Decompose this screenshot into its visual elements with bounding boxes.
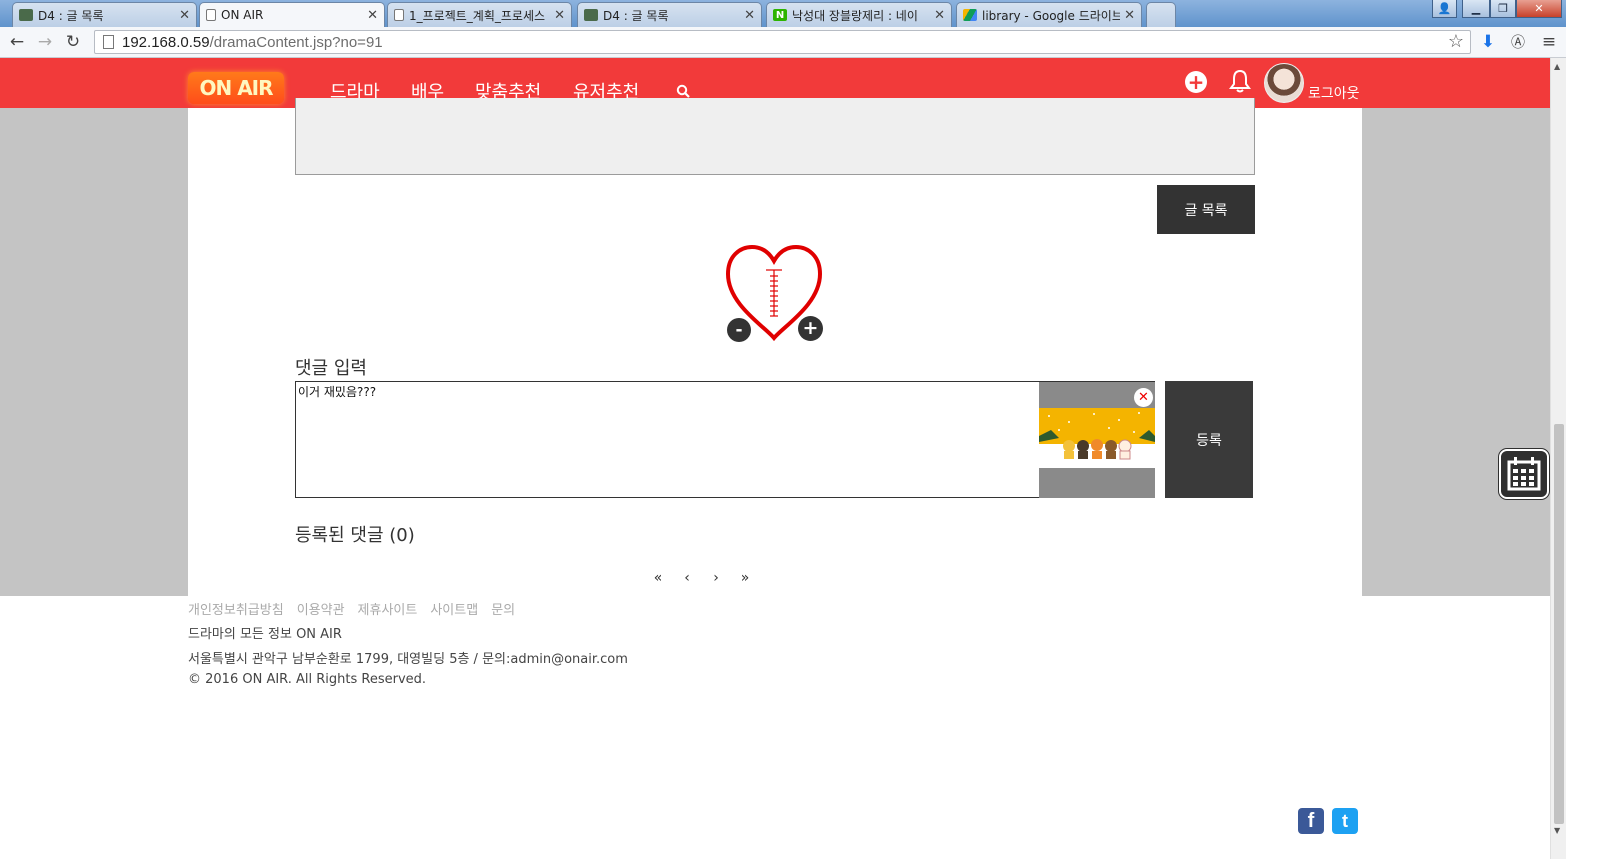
- url-host: 192.168.0.59: [122, 33, 210, 51]
- prev-page-button[interactable]: ‹: [681, 570, 693, 586]
- reload-icon[interactable]: ↻: [62, 31, 84, 53]
- browser-tab[interactable]: 1_프로젝트_계획_프로세스 ✕: [387, 2, 572, 27]
- scroll-thumb[interactable]: [1554, 424, 1564, 824]
- address-bar[interactable]: 192.168.0.59/dramaContent.jsp?no=91 ☆: [94, 30, 1471, 54]
- logout-link[interactable]: 로그아웃: [1308, 83, 1360, 103]
- browser-tab[interactable]: N 낙성대 장블랑제리 : 네이 ✕: [766, 2, 952, 27]
- footer-address: 서울특별시 관악구 남부순환로 1799, 대영빌딩 5층 / 문의:admin…: [188, 652, 628, 667]
- emoticon-preview: ✕: [1039, 382, 1155, 498]
- calendar-icon: [1507, 457, 1541, 491]
- tab-title: D4 : 글 목록: [38, 8, 104, 23]
- pagination: « ‹ › »: [652, 570, 751, 586]
- menu-icon[interactable]: ≡: [1538, 31, 1560, 53]
- last-page-button[interactable]: »: [739, 570, 751, 586]
- list-button[interactable]: 글 목록: [1157, 185, 1255, 234]
- db-icon: [19, 9, 33, 21]
- first-page-button[interactable]: «: [652, 570, 664, 586]
- forward-icon[interactable]: →: [34, 31, 56, 53]
- bookmark-star-icon[interactable]: ☆: [1448, 31, 1464, 52]
- tab-title: library - Google 드라이브: [982, 8, 1121, 23]
- footer-link-sitemap[interactable]: 사이트맵: [430, 599, 478, 618]
- main-content: 글 목록 - + 댓글 입력 이거 재밌음??? ✕ 등록 등록된 댓글 (0)…: [188, 98, 1362, 596]
- close-icon[interactable]: ✕: [367, 8, 378, 23]
- close-icon[interactable]: ✕: [554, 8, 565, 23]
- close-icon[interactable]: ✕: [744, 8, 755, 23]
- browser-tab[interactable]: library - Google 드라이브 ✕: [956, 2, 1142, 27]
- left-gutter: [0, 108, 188, 596]
- article-body: [295, 98, 1255, 175]
- close-icon[interactable]: ✕: [934, 8, 945, 23]
- window-edge: [1566, 0, 1602, 859]
- download-icon[interactable]: ⬇: [1477, 31, 1499, 53]
- tab-strip: D4 : 글 목록 ✕ ON AIR ✕ 1_프로젝트_계획_프로세스 ✕ D4…: [0, 0, 1602, 27]
- comment-heading: 댓글 입력: [295, 358, 367, 379]
- drive-icon: [963, 9, 977, 21]
- footer-link-terms[interactable]: 이용약관: [297, 599, 345, 618]
- db-icon: [584, 9, 598, 21]
- comment-input[interactable]: 이거 재밌음??? ✕: [295, 381, 1155, 498]
- extension-icon[interactable]: Ⓐ: [1507, 31, 1529, 53]
- comment-submit-button[interactable]: 등록: [1165, 381, 1253, 498]
- tab-title: 1_프로젝트_계획_프로세스: [409, 8, 546, 23]
- tab-title: ON AIR: [221, 8, 264, 22]
- comments-count: 등록된 댓글 (0): [295, 525, 415, 546]
- next-page-button[interactable]: ›: [710, 570, 722, 586]
- close-icon[interactable]: ✕: [179, 8, 190, 23]
- maximize-icon[interactable]: ❐: [1490, 0, 1516, 18]
- window-close-icon[interactable]: ✕: [1516, 0, 1562, 18]
- like-minus-button[interactable]: -: [727, 318, 751, 342]
- footer-link-contact[interactable]: 문의: [491, 599, 515, 618]
- avatar[interactable]: [1264, 63, 1304, 103]
- page-icon: [103, 35, 114, 49]
- new-tab-button[interactable]: [1146, 2, 1176, 27]
- footer-copyright: © 2016 ON AIR. All Rights Reserved.: [188, 672, 427, 687]
- minimize-icon[interactable]: ▁: [1462, 0, 1490, 18]
- browser-tab[interactable]: D4 : 글 목록 ✕: [12, 2, 197, 27]
- back-icon[interactable]: ←: [6, 31, 28, 53]
- browser-toolbar: ← → ↻ 192.168.0.59/dramaContent.jsp?no=9…: [0, 27, 1602, 58]
- user-icon[interactable]: 👤: [1432, 0, 1457, 18]
- footer-link-privacy[interactable]: 개인정보취급방침: [188, 599, 284, 618]
- calendar-button[interactable]: [1499, 449, 1549, 499]
- remove-emoticon-icon[interactable]: ✕: [1134, 388, 1153, 407]
- facebook-icon[interactable]: f: [1298, 808, 1324, 834]
- site-logo[interactable]: ON AIR: [188, 72, 284, 104]
- tab-title: 낙성대 장블랑제리 : 네이: [792, 8, 918, 23]
- page-icon: [394, 9, 404, 21]
- emoticon-footer: [1039, 472, 1155, 498]
- right-gutter: [1362, 108, 1550, 596]
- tab-title: D4 : 글 목록: [603, 8, 669, 23]
- page: ON AIR 드라마 배우 맞춤추천 유저추천 + 로그아웃 글 목록 - + …: [0, 58, 1550, 859]
- footer-link-partners[interactable]: 제휴사이트: [358, 599, 418, 618]
- browser-tab[interactable]: D4 : 글 목록 ✕: [577, 2, 762, 27]
- bell-icon[interactable]: [1228, 68, 1252, 94]
- like-plus-button[interactable]: +: [798, 316, 823, 341]
- comment-input-text[interactable]: 이거 재밌음???: [296, 382, 378, 401]
- page-scrollbar[interactable]: ▲ ▼: [1550, 58, 1566, 859]
- add-icon[interactable]: +: [1185, 71, 1207, 93]
- emoticon-image: [1039, 408, 1155, 468]
- footer-tagline: 드라마의 모든 정보 ON AIR: [188, 627, 342, 642]
- search-icon[interactable]: [676, 84, 690, 98]
- close-icon[interactable]: ✕: [1124, 8, 1135, 23]
- naver-icon: N: [773, 9, 787, 21]
- footer-links: 개인정보취급방침 이용약관 제휴사이트 사이트맵 문의: [188, 599, 515, 618]
- page-icon: [206, 9, 216, 21]
- scroll-up-icon[interactable]: ▲: [1554, 62, 1560, 71]
- kakao-friends-emoticon: [1039, 408, 1155, 468]
- browser-tab-active[interactable]: ON AIR ✕: [199, 2, 385, 27]
- twitter-icon[interactable]: t: [1332, 808, 1358, 834]
- url-path: /dramaContent.jsp?no=91: [209, 33, 383, 51]
- scroll-down-icon[interactable]: ▼: [1554, 826, 1560, 835]
